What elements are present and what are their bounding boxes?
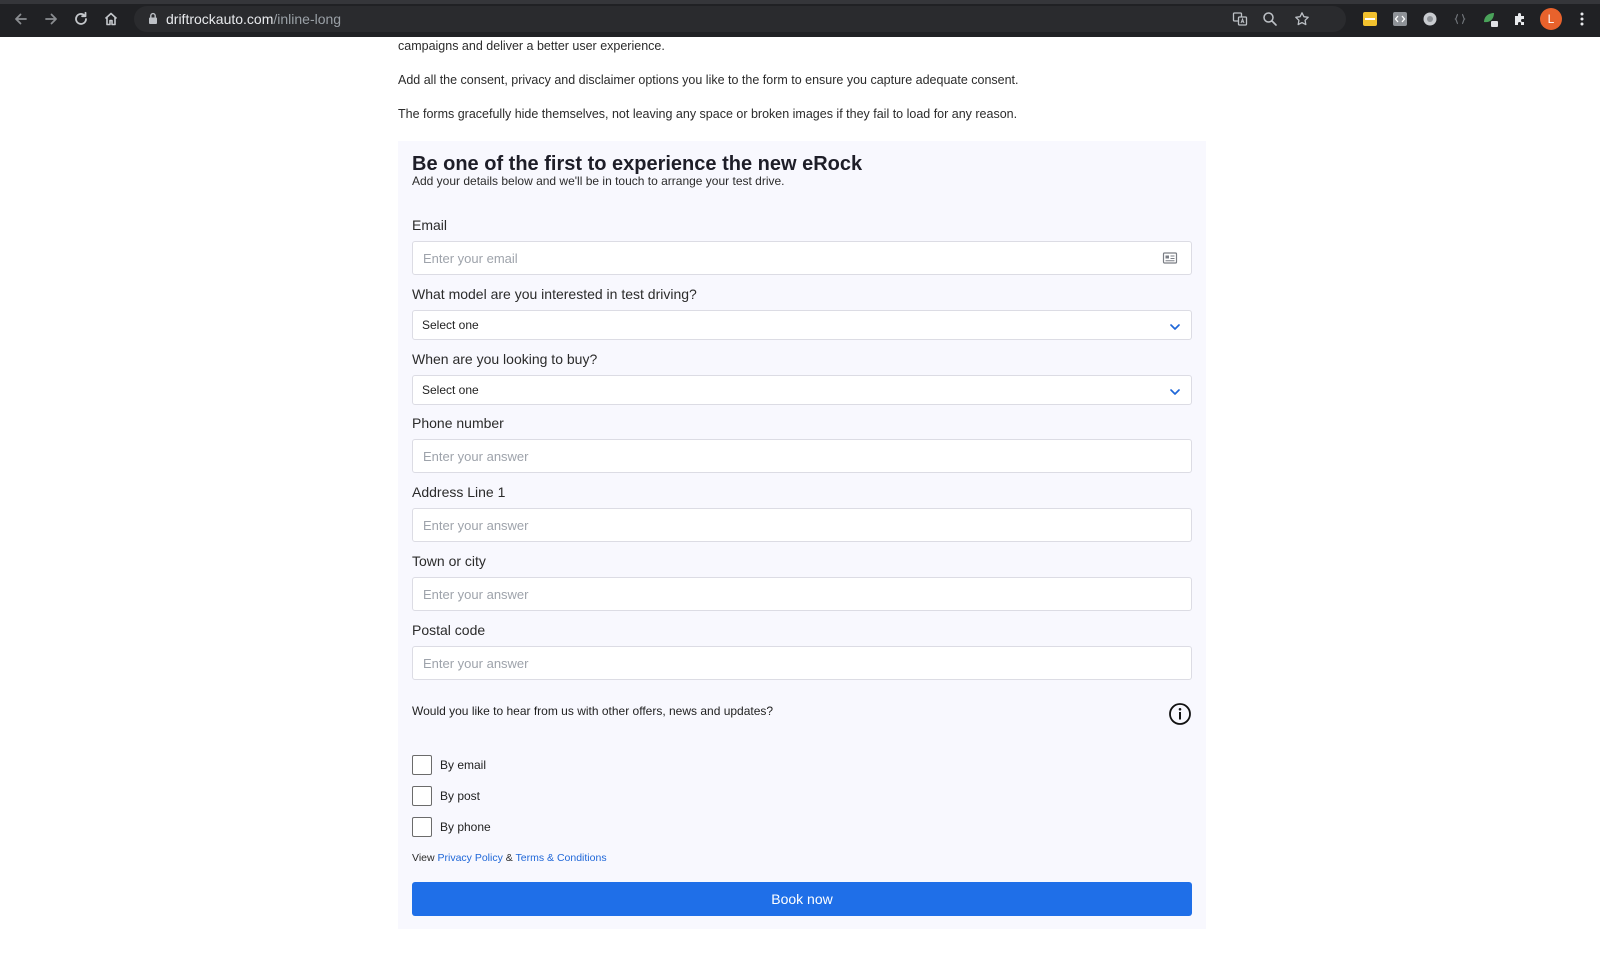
address-bar[interactable]: driftrockauto.com/inline-long: [134, 6, 1346, 32]
phone-input[interactable]: [412, 439, 1192, 473]
address-input[interactable]: [412, 508, 1192, 542]
consent-option-post[interactable]: By post: [412, 786, 480, 806]
form-title: Be one of the first to experience the ne…: [412, 153, 863, 175]
form-subtitle: Add your details below and we'll be in t…: [412, 174, 785, 188]
consent-option-label: By email: [440, 758, 487, 772]
consent-question: Would you like to hear from us with othe…: [412, 704, 774, 718]
home-icon[interactable]: [101, 9, 121, 29]
consent-option-email[interactable]: By email: [412, 755, 486, 775]
terms-conditions-link[interactable]: Terms & Conditions: [516, 852, 607, 864]
email-input[interactable]: [412, 241, 1192, 275]
contact-card-icon[interactable]: [1162, 250, 1178, 266]
url-path: /inline-long: [273, 11, 342, 27]
intro-text-3: The forms gracefully hide themselves, no…: [398, 107, 1018, 121]
phone-checkbox[interactable]: [412, 817, 432, 837]
model-select[interactable]: Select one: [412, 310, 1192, 340]
legal-links: View Privacy Policy & Terms & Conditions: [412, 852, 607, 864]
buy-time-select[interactable]: Select one: [412, 375, 1192, 405]
info-icon[interactable]: [1168, 702, 1192, 726]
extensions-puzzle-icon[interactable]: [1510, 9, 1530, 29]
reload-icon[interactable]: [71, 9, 91, 29]
zoom-icon[interactable]: [1260, 9, 1280, 29]
address-label: Address Line 1: [412, 484, 506, 500]
chevron-down-icon: [1169, 320, 1181, 332]
extension-braces-icon[interactable]: [1450, 9, 1470, 29]
extension-circle-icon[interactable]: [1420, 9, 1440, 29]
extension-code-icon[interactable]: [1390, 9, 1410, 29]
lock-icon: [148, 12, 158, 30]
translate-icon[interactable]: [1230, 9, 1250, 29]
legal-ampersand: &: [505, 852, 513, 864]
postal-label: Postal code: [412, 622, 486, 638]
test-drive-form: Be one of the first to experience the ne…: [398, 141, 1206, 929]
buy-time-label: When are you looking to buy?: [412, 351, 598, 367]
buy-time-select-value: Select one: [422, 383, 479, 397]
book-now-button[interactable]: Book now: [412, 882, 1192, 916]
back-icon[interactable]: [11, 9, 31, 29]
legal-prefix: View: [412, 852, 435, 864]
browser-toolbar: driftrockauto.com/inline-long L: [0, 0, 1600, 37]
post-checkbox[interactable]: [412, 786, 432, 806]
town-label: Town or city: [412, 553, 486, 569]
consent-option-label: By post: [440, 789, 481, 803]
consent-option-label: By phone: [440, 820, 491, 834]
extension-notes-icon[interactable]: [1360, 9, 1380, 29]
url-host: driftrockauto.com: [166, 11, 274, 27]
url-text[interactable]: driftrockauto.com/inline-long: [166, 11, 341, 27]
model-select-value: Select one: [422, 318, 479, 332]
model-label: What model are you interested in test dr…: [412, 286, 697, 302]
email-label: Email: [412, 217, 448, 233]
more-menu-icon[interactable]: [1574, 9, 1590, 29]
intro-text-2: Add all the consent, privacy and disclai…: [398, 73, 1019, 87]
privacy-policy-link[interactable]: Privacy Policy: [438, 852, 503, 864]
chevron-down-icon: [1169, 385, 1181, 397]
consent-option-phone[interactable]: By phone: [412, 817, 491, 837]
bookmark-star-icon[interactable]: [1292, 9, 1312, 29]
postal-input[interactable]: [412, 646, 1192, 680]
email-checkbox[interactable]: [412, 755, 432, 775]
phone-label: Phone number: [412, 415, 504, 431]
profile-avatar[interactable]: L: [1540, 8, 1562, 30]
tab-strip-edge: [0, 0, 1600, 4]
intro-text-1: campaigns and deliver a better user expe…: [398, 39, 665, 53]
town-input[interactable]: [412, 577, 1192, 611]
forward-icon[interactable]: [41, 9, 61, 29]
extension-leaf-icon[interactable]: [1480, 9, 1500, 29]
